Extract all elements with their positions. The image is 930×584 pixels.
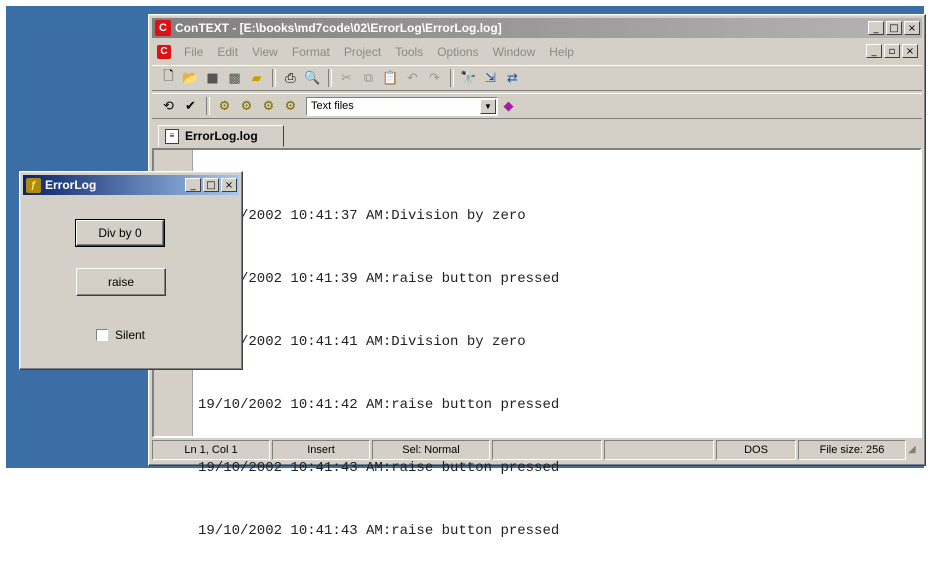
find-icon[interactable]: 🔭	[458, 68, 479, 88]
silent-checkbox[interactable]: Silent	[96, 328, 145, 342]
menu-tools[interactable]: Tools	[388, 45, 430, 59]
dialog-title: ErrorLog	[45, 178, 97, 192]
history-icon[interactable]: ⟲	[158, 96, 179, 116]
menu-help[interactable]: Help	[542, 45, 581, 59]
document-tabs: ≡ ErrorLog.log	[152, 122, 922, 148]
save-icon[interactable]: ■	[202, 68, 223, 88]
tab-errorlog[interactable]: ≡ ErrorLog.log	[158, 125, 284, 147]
log-content: 19/10/2002 10:41:37 AM:Division by zero …	[198, 164, 559, 584]
status-empty-2	[604, 440, 714, 460]
main-titlebar[interactable]: C ConTEXT - [E:\books\md7code\02\ErrorLo…	[152, 18, 922, 38]
checkbox-box[interactable]	[96, 329, 108, 341]
status-position: Ln 1, Col 1	[152, 440, 270, 460]
open-project-icon[interactable]: ▰	[246, 68, 267, 88]
dialog-titlebar[interactable]: ƒ ErrorLog _ □ ×	[23, 175, 239, 195]
standard-toolbar: 🗋 📂 ■ ▩ ▰ ⎙ 🔍 ✂ ⧉ 📋 ↶ ↷ 🔭 ⇲ ⇄	[152, 65, 922, 91]
status-bar: Ln 1, Col 1 Insert Sel: Normal DOS File …	[152, 440, 922, 462]
doc-restore-button[interactable]: ▫	[884, 44, 900, 58]
status-line-format: DOS	[716, 440, 796, 460]
file-type-filter-value: Text files	[311, 100, 354, 112]
minimize-button[interactable]: _	[868, 21, 884, 35]
new-file-icon[interactable]: 🗋	[158, 68, 179, 88]
menu-file[interactable]: File	[177, 45, 210, 59]
document-system-menu-icon[interactable]: C	[157, 45, 171, 59]
cut-icon[interactable]: ✂	[336, 68, 357, 88]
menu-format[interactable]: Format	[285, 45, 337, 59]
context-editor-window: C ConTEXT - [E:\books\md7code\02\ErrorLo…	[148, 14, 926, 539]
open-folder-icon[interactable]: 📂	[180, 68, 201, 88]
user-exec-1-icon[interactable]: ⚙	[214, 96, 235, 116]
log-line: 19/10/2002 10:41:37 AM:Division by zero	[198, 208, 526, 224]
resize-grip-icon[interactable]: ◢	[908, 440, 922, 460]
check-icon[interactable]: ✔	[180, 96, 201, 116]
menu-edit[interactable]: Edit	[210, 45, 245, 59]
doc-close-button[interactable]: ×	[902, 44, 918, 58]
dialog-close-button[interactable]: ×	[221, 178, 237, 192]
menu-view[interactable]: View	[245, 45, 285, 59]
log-line: 19/10/2002 10:41:41 AM:Division by zero	[198, 334, 526, 350]
user-exec-3-icon[interactable]: ⚙	[258, 96, 279, 116]
log-line: 19/10/2002 10:41:39 AM:raise button pres…	[198, 271, 560, 287]
document-icon: ≡	[165, 128, 179, 144]
context-app-icon[interactable]: C	[155, 20, 171, 36]
user-exec-4-icon[interactable]: ⚙	[280, 96, 301, 116]
status-insert-mode: Insert	[272, 440, 370, 460]
status-file-size: File size: 256	[798, 440, 906, 460]
menu-project[interactable]: Project	[337, 45, 388, 59]
tab-label: ErrorLog.log	[185, 129, 258, 143]
status-selection-mode: Sel: Normal	[372, 440, 490, 460]
window-title: ConTEXT - [E:\books\md7code\02\ErrorLog\…	[175, 21, 502, 35]
print-icon[interactable]: ⎙	[280, 68, 301, 88]
save-all-icon[interactable]: ▩	[224, 68, 245, 88]
redo-icon[interactable]: ↷	[424, 68, 445, 88]
menu-bar: C File Edit View Format Project Tools Op…	[152, 41, 922, 63]
undo-icon[interactable]: ↶	[402, 68, 423, 88]
log-line: 19/10/2002 10:41:43 AM:raise button pres…	[198, 523, 560, 539]
errorlog-dialog: ƒ ErrorLog _ □ × Div by 0 raise Silent	[19, 171, 243, 370]
dialog-minimize-button[interactable]: _	[185, 178, 201, 192]
copy-icon[interactable]: ⧉	[358, 68, 379, 88]
chevron-down-icon[interactable]: ▼	[480, 98, 496, 114]
dialog-maximize-button[interactable]: □	[203, 178, 219, 192]
file-type-filter-select[interactable]: Text files ▼	[306, 96, 498, 116]
paste-icon[interactable]: 📋	[380, 68, 401, 88]
doc-minimize-button[interactable]: _	[866, 44, 882, 58]
silent-label: Silent	[115, 328, 146, 342]
menu-window[interactable]: Window	[486, 45, 543, 59]
text-editor[interactable]: 19/10/2002 10:41:37 AM:Division by zero …	[152, 148, 922, 539]
delphi-app-icon[interactable]: ƒ	[26, 177, 41, 193]
log-line: 19/10/2002 10:41:42 AM:raise button pres…	[198, 397, 560, 413]
close-button[interactable]: ×	[904, 21, 920, 35]
status-empty-1	[492, 440, 602, 460]
user-exec-2-icon[interactable]: ⚙	[236, 96, 257, 116]
maximize-button[interactable]: □	[886, 21, 902, 35]
menu-options[interactable]: Options	[430, 45, 485, 59]
highlighter-icon[interactable]: ◆	[498, 96, 519, 116]
raise-button[interactable]: raise	[76, 268, 166, 296]
replace-icon[interactable]: ⇄	[502, 68, 523, 88]
print-preview-icon[interactable]: 🔍	[302, 68, 323, 88]
find-next-icon[interactable]: ⇲	[480, 68, 501, 88]
div-by-zero-button[interactable]: Div by 0	[75, 219, 165, 247]
exec-toolbar: ⟲ ✔ ⚙ ⚙ ⚙ ⚙ Text files ▼ ◆	[152, 93, 922, 119]
